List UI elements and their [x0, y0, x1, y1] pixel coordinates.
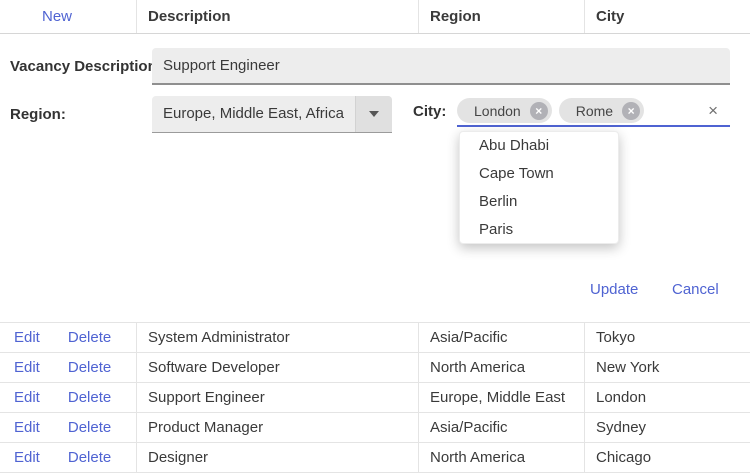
city-tag-label: London: [474, 103, 521, 119]
vacancy-grid: New Description Region City Vacancy Desc…: [0, 0, 750, 476]
column-header-region[interactable]: Region: [419, 0, 585, 33]
delete-link[interactable]: Delete: [68, 419, 111, 436]
grid-header-row: New Description Region City: [0, 0, 750, 34]
vacancy-description-label: Vacancy Description:: [10, 48, 162, 85]
cell-description: Software Developer: [137, 353, 419, 382]
remove-tag-icon[interactable]: ×: [530, 102, 548, 120]
dropdown-option[interactable]: Paris: [460, 216, 618, 244]
city-label: City:: [413, 96, 446, 128]
table-row: Edit Delete Software Developer North Ame…: [0, 353, 750, 383]
city-dropdown-list: Abu Dhabi Cape Town Berlin Paris: [459, 131, 619, 244]
cell-city: New York: [585, 353, 750, 382]
cell-region: Asia/Pacific: [419, 323, 585, 352]
table-row: Edit Delete Designer North America Chica…: [0, 443, 750, 473]
delete-link[interactable]: Delete: [68, 329, 111, 346]
command-cell: Edit Delete: [0, 353, 137, 382]
command-cell: Edit Delete: [0, 443, 137, 472]
command-cell: Edit Delete: [0, 323, 137, 352]
city-tag: Rome ×: [559, 98, 644, 123]
cancel-button[interactable]: Cancel: [672, 281, 719, 298]
cell-description: Product Manager: [137, 413, 419, 442]
new-button[interactable]: New: [42, 8, 72, 25]
region-label: Region:: [10, 96, 66, 133]
edit-link[interactable]: Edit: [14, 359, 40, 376]
city-tag-label: Rome: [576, 103, 613, 119]
edit-link[interactable]: Edit: [14, 389, 40, 406]
region-select[interactable]: Europe, Middle East, Africa: [152, 96, 392, 133]
cell-city: Chicago: [585, 443, 750, 472]
cell-city: London: [585, 383, 750, 412]
remove-tag-icon[interactable]: ×: [622, 102, 640, 120]
command-cell: Edit Delete: [0, 383, 137, 412]
table-row: Edit Delete System Administrator Asia/Pa…: [0, 323, 750, 353]
table-row: Edit Delete Product Manager Asia/Pacific…: [0, 413, 750, 443]
column-header-description[interactable]: Description: [137, 0, 419, 33]
city-tagbox[interactable]: London × Rome × ×: [457, 96, 730, 127]
cell-region: North America: [419, 443, 585, 472]
delete-link[interactable]: Delete: [68, 389, 111, 406]
command-cell: Edit Delete: [0, 413, 137, 442]
edit-link[interactable]: Edit: [14, 449, 40, 466]
cell-region: North America: [419, 353, 585, 382]
city-tag: London ×: [457, 98, 552, 123]
edit-link[interactable]: Edit: [14, 419, 40, 436]
command-column-header: New: [0, 0, 137, 33]
dropdown-option[interactable]: Berlin: [460, 188, 618, 216]
update-button[interactable]: Update: [590, 281, 638, 298]
vacancy-description-input[interactable]: [152, 48, 730, 83]
clear-icon[interactable]: ×: [708, 102, 718, 119]
delete-link[interactable]: Delete: [68, 449, 111, 466]
table-row: Edit Delete Support Engineer Europe, Mid…: [0, 383, 750, 413]
region-select-value: Europe, Middle East, Africa: [152, 96, 355, 132]
cell-region: Europe, Middle East: [419, 383, 585, 412]
column-header-city[interactable]: City: [585, 0, 750, 33]
data-rows: Edit Delete System Administrator Asia/Pa…: [0, 322, 750, 473]
cell-city: Sydney: [585, 413, 750, 442]
cell-description: Support Engineer: [137, 383, 419, 412]
region-dropdown-button[interactable]: [355, 96, 392, 132]
cell-description: Designer: [137, 443, 419, 472]
delete-link[interactable]: Delete: [68, 359, 111, 376]
cell-city: Tokyo: [585, 323, 750, 352]
cell-region: Asia/Pacific: [419, 413, 585, 442]
dropdown-option[interactable]: Abu Dhabi: [460, 132, 618, 160]
dropdown-option[interactable]: Cape Town: [460, 160, 618, 188]
vacancy-description-field: [152, 48, 730, 85]
edit-link[interactable]: Edit: [14, 329, 40, 346]
cell-description: System Administrator: [137, 323, 419, 352]
dropdown-arrow-icon: [369, 111, 379, 117]
